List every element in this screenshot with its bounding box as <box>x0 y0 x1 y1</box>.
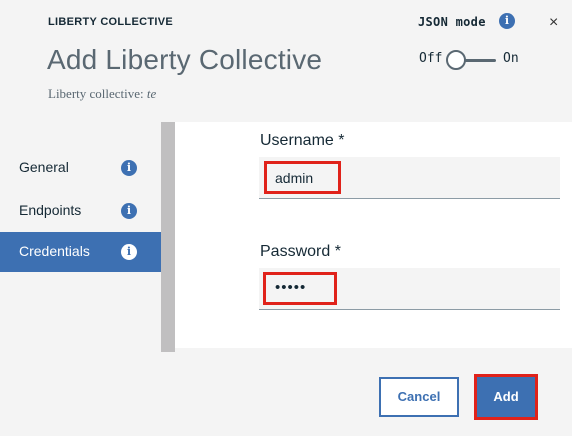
toggle-off-label: Off <box>419 51 443 66</box>
sidebar-item-credentials[interactable]: Credentials i <box>0 232 161 272</box>
credentials-panel: Username * admin Password * ••••• <box>175 122 572 348</box>
toggle-knob[interactable] <box>446 50 466 70</box>
panel-divider <box>161 122 175 352</box>
password-value: ••••• <box>275 279 307 296</box>
credentials-info-icon[interactable]: i <box>121 244 137 260</box>
username-field[interactable]: admin <box>259 157 560 199</box>
subtitle-label: Liberty collective: <box>48 86 144 101</box>
sidebar-item-endpoints[interactable]: Endpoints i <box>0 191 161 231</box>
sidebar-item-label: General <box>19 159 69 175</box>
subtitle-value: te <box>146 86 157 101</box>
cancel-button[interactable]: Cancel <box>379 377 459 417</box>
close-icon[interactable]: × <box>549 14 558 32</box>
username-value: admin <box>275 170 314 186</box>
json-mode-toggle[interactable] <box>446 50 498 70</box>
modal-header: LIBERTY COLLECTIVE Add Liberty Collectiv… <box>0 0 572 122</box>
password-label: Password * <box>260 243 341 260</box>
sidebar-item-label: Endpoints <box>19 202 82 218</box>
sidebar-nav: General i Endpoints i Credentials i <box>0 122 161 352</box>
json-mode-label: JSON mode <box>418 15 486 29</box>
toggle-track <box>462 59 496 62</box>
add-button[interactable]: Add <box>477 377 535 417</box>
toggle-on-label: On <box>503 51 519 66</box>
general-info-icon[interactable]: i <box>121 160 137 176</box>
password-field[interactable]: ••••• <box>259 268 560 310</box>
modal-title: Add Liberty Collective <box>47 44 323 75</box>
username-label: Username * <box>260 132 345 149</box>
modal-subtitle: Liberty collective: te <box>48 86 156 102</box>
sidebar-item-label: Credentials <box>19 243 90 259</box>
modal-kicker: LIBERTY COLLECTIVE <box>48 16 173 28</box>
sidebar-item-general[interactable]: General i <box>0 148 161 188</box>
endpoints-info-icon[interactable]: i <box>121 203 137 219</box>
json-mode-info-icon[interactable]: i <box>499 13 515 29</box>
